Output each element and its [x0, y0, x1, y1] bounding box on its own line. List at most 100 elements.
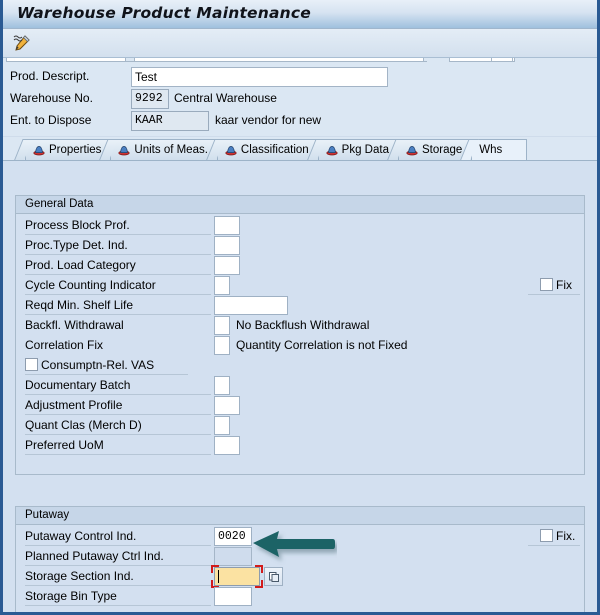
row-prod-load-category: Prod. Load Category: [16, 255, 584, 275]
field-row-warehouse-no: Warehouse No. 9292 Central Warehouse: [3, 88, 597, 110]
putaway-group-title: Putaway: [16, 507, 584, 525]
putaway-control-ind-label: Putaway Control Ind.: [25, 529, 137, 543]
warehouse-product-maintenance-window: Warehouse Product Maintenance Prod. Desc…: [0, 0, 600, 615]
tab-whs[interactable]: Whs: [471, 139, 528, 160]
tab-properties-label: Properties: [49, 144, 102, 156]
application-toolbar: [3, 29, 597, 58]
general-data-group: General Data Process Block Prof. Proc.Ty…: [15, 195, 585, 475]
row-adjustment-profile: Adjustment Profile: [16, 395, 584, 415]
tab-page-icon: [118, 144, 130, 156]
row-preferred-uom: Preferred UoM: [16, 435, 584, 455]
field-row-ent-to-dispose: Ent. to Dispose KAAR kaar vendor for new: [3, 110, 597, 132]
row-correlation-fix: Correlation Fix Quantity Correlation is …: [16, 335, 584, 355]
process-block-prof-label: Process Block Prof.: [25, 218, 130, 232]
storage-section-ind-label: Storage Section Ind.: [25, 569, 134, 583]
tab-page-icon: [326, 144, 338, 156]
tab-units-of-meas-label: Units of Meas.: [134, 144, 208, 156]
focus-corner-top-right: [255, 565, 263, 573]
correlation-fix-label: Correlation Fix: [25, 338, 104, 352]
tab-page-icon: [225, 144, 237, 156]
storage-section-ind-focus-frame: [211, 565, 263, 588]
tab-pkg-data-label: Pkg Data: [341, 144, 389, 156]
tab-content-panel: General Data Process Block Prof. Proc.Ty…: [3, 160, 597, 612]
tab-properties[interactable]: Properties: [25, 139, 112, 160]
tab-classification-label: Classification: [240, 144, 309, 156]
prod-descript-input[interactable]: Test: [131, 67, 388, 87]
planned-putaway-ctrl-ind-label: Planned Putaway Ctrl Ind.: [25, 549, 164, 563]
row-planned-putaway-ctrl-ind: Planned Putaway Ctrl Ind.: [16, 546, 584, 566]
prod-load-category-label: Prod. Load Category: [25, 258, 136, 272]
warehouse-no-input[interactable]: 9292: [131, 89, 169, 109]
row-process-block-prof: Process Block Prof.: [16, 215, 584, 235]
ent-to-dispose-description: kaar vendor for new: [215, 113, 322, 127]
backfl-withdrawal-input[interactable]: [214, 316, 230, 335]
preferred-uom-input[interactable]: [214, 436, 240, 455]
general-data-group-title: General Data: [16, 196, 584, 214]
page-title: Warehouse Product Maintenance: [17, 4, 311, 22]
tab-classification[interactable]: Classification: [216, 139, 319, 160]
row-documentary-batch: Documentary Batch: [16, 375, 584, 395]
tab-storage-label: Storage: [421, 144, 463, 156]
putaway-control-ind-input[interactable]: 0020: [214, 527, 252, 546]
planned-putaway-ctrl-ind-input[interactable]: [214, 547, 252, 566]
field-row-prod-descript: Prod. Descript. Test: [3, 66, 597, 88]
warehouse-no-description: Central Warehouse: [174, 91, 277, 105]
row-storage-bin-type: Storage Bin Type: [16, 586, 584, 606]
tab-list: Properties Units of Meas. Classification…: [25, 137, 528, 160]
storage-bin-type-label: Storage Bin Type: [25, 589, 117, 603]
ent-to-dispose-input[interactable]: KAAR: [131, 111, 209, 131]
tab-page-icon: [33, 144, 45, 156]
row-proc-type-det-ind: Proc.Type Det. Ind.: [16, 235, 584, 255]
quant-clas-merch-d-label: Quant Clas (Merch D): [25, 418, 142, 432]
tab-units-of-meas[interactable]: Units of Meas.: [110, 139, 218, 160]
reqd-min-shelf-life-label: Reqd Min. Shelf Life: [25, 298, 134, 312]
proc-type-det-ind-input[interactable]: [214, 236, 240, 255]
adjustment-profile-label: Adjustment Profile: [25, 398, 123, 412]
cycle-counting-indicator-label: Cycle Counting Indicator: [25, 278, 156, 292]
reqd-min-shelf-life-input[interactable]: [214, 296, 288, 315]
storage-bin-type-input[interactable]: [214, 587, 252, 606]
row-rule: [25, 605, 211, 606]
correlation-fix-input[interactable]: [214, 336, 230, 355]
clipped-button: [491, 58, 513, 62]
backfl-withdrawal-description: No Backflush Withdrawal: [236, 318, 370, 332]
process-block-prof-input[interactable]: [214, 216, 240, 235]
proc-type-det-ind-label: Proc.Type Det. Ind.: [25, 238, 128, 252]
adjustment-profile-input[interactable]: [214, 396, 240, 415]
prod-descript-label: Prod. Descript.: [10, 69, 90, 83]
cycle-counting-indicator-input[interactable]: [214, 276, 230, 295]
row-consumptn-rel-vas: Consumptn-Rel. VAS: [16, 355, 584, 375]
row-backfl-withdrawal: Backfl. Withdrawal No Backflush Withdraw…: [16, 315, 584, 335]
tab-page-icon: [406, 144, 418, 156]
clipped-rule: [75, 61, 427, 62]
consumptn-rel-vas-checkbox[interactable]: [25, 358, 38, 371]
focus-corner-top-left: [211, 565, 219, 573]
header-fields: Prod. Descript. Test Warehouse No. 9292 …: [3, 66, 597, 136]
storage-section-ind-matchcode-button[interactable]: [264, 567, 283, 586]
fix-checkbox-label: Fix: [556, 278, 572, 292]
fix-checkbox[interactable]: [540, 278, 553, 291]
row-reqd-min-shelf-life: Reqd Min. Shelf Life: [16, 295, 584, 315]
tab-strip: Properties Units of Meas. Classification…: [3, 137, 597, 160]
documentary-batch-label: Documentary Batch: [25, 378, 131, 392]
backfl-withdrawal-label: Backfl. Withdrawal: [25, 318, 124, 332]
row-rule: [25, 454, 211, 455]
pencil-edit-icon[interactable]: [10, 32, 34, 54]
row-putaway-control-ind: Putaway Control Ind. 0020 Fix.: [16, 526, 584, 546]
consumptn-rel-vas-label: Consumptn-Rel. VAS: [41, 358, 155, 372]
documentary-batch-input[interactable]: [214, 376, 230, 395]
tab-pkg-data[interactable]: Pkg Data: [317, 139, 399, 160]
row-storage-section-ind: Storage Section Ind.: [16, 565, 584, 588]
ent-to-dispose-label: Ent. to Dispose: [10, 113, 92, 127]
putaway-fix-checkbox[interactable]: [540, 529, 553, 542]
prod-load-category-input[interactable]: [214, 256, 240, 275]
window-titlebar: Warehouse Product Maintenance: [3, 0, 597, 29]
warehouse-no-label: Warehouse No.: [10, 91, 93, 105]
putaway-fix-checkbox-label: Fix.: [556, 529, 576, 543]
preferred-uom-label: Preferred UoM: [25, 438, 104, 452]
row-quant-clas-merch-d: Quant Clas (Merch D): [16, 415, 584, 435]
storage-section-ind-input[interactable]: [214, 567, 260, 586]
correlation-fix-description: Quantity Correlation is not Fixed: [236, 338, 408, 352]
quant-clas-merch-d-input[interactable]: [214, 416, 230, 435]
tab-whs-label: Whs: [479, 144, 503, 156]
